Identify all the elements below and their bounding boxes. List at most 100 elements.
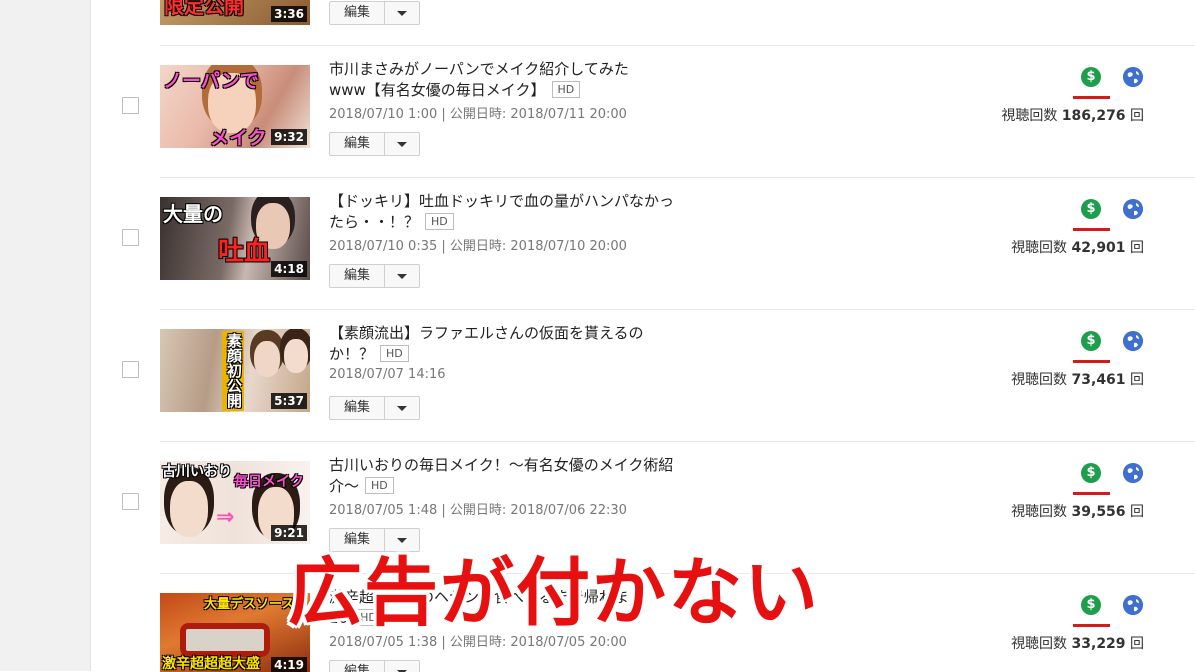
row-checkbox[interactable] [122, 97, 139, 114]
view-count: 視聴回数 186,276 回 [1001, 105, 1144, 125]
thumbnail-caption: 激辛超超超大盛 [162, 653, 260, 672]
row-checkbox[interactable] [122, 361, 139, 378]
video-title[interactable]: 市川まさみがノーパンでメイク紹介してみた www【有名女優の毎日メイク】HD [329, 59, 719, 101]
edit-menu-toggle[interactable] [385, 265, 419, 287]
video-title-text: www【有名女優の毎日メイク】 [329, 81, 546, 99]
video-duration: 5:37 [271, 393, 307, 409]
thumbnail-caption: 古川いおり [162, 461, 232, 481]
views-unit: 回 [1130, 636, 1144, 652]
monetization-indicator-underline [1073, 624, 1110, 627]
globe-icon[interactable] [1123, 199, 1143, 219]
caret-down-icon [397, 11, 407, 16]
caret-down-icon [397, 538, 407, 543]
caret-down-icon [397, 406, 407, 411]
edit-dropdown[interactable]: 編集 [329, 528, 420, 552]
views-unit: 回 [1130, 372, 1144, 388]
video-thumbnail[interactable]: 限定公開 3:36 [160, 0, 310, 25]
monetization-indicator-underline [1073, 228, 1110, 231]
video-title-text: か！？ [329, 345, 374, 363]
edit-menu-toggle[interactable] [385, 529, 419, 551]
video-title-text: たら・・！？ [329, 213, 419, 231]
row-checkbox[interactable] [122, 493, 139, 510]
edit-dropdown[interactable]: 編集 [329, 132, 420, 156]
video-title-line: 古川いおりの毎日メイク！～有名女優のメイク術紹 [329, 455, 719, 476]
edit-button[interactable]: 編集 [330, 2, 385, 24]
video-title-line-2: 介～HD [329, 476, 719, 497]
thumbnail-caption: ノーパンで [163, 66, 259, 93]
edit-dropdown[interactable]: 編集 [329, 264, 420, 288]
views-unit: 回 [1130, 108, 1144, 124]
video-duration: 3:36 [271, 6, 307, 22]
video-title-line-2: たら・・！？ HD [329, 212, 719, 233]
left-sidebar [0, 0, 91, 671]
thumbnail-caption: 大量の [163, 198, 223, 227]
video-duration: 9:21 [271, 525, 307, 541]
thumbnail-caption: 毎日メイク [234, 471, 304, 491]
views-number: 73,461 [1072, 372, 1126, 388]
thumbnail-face [284, 339, 308, 373]
video-thumbnail[interactable]: ノーパンで メイク 9:32 [160, 65, 310, 148]
edit-button[interactable]: 編集 [330, 529, 385, 551]
video-duration: 4:19 [271, 657, 307, 672]
hd-badge: HD [365, 477, 394, 494]
video-row: ノーパンで メイク 9:32 市川まさみがノーパンでメイク紹介してみた www【… [160, 45, 1195, 178]
globe-icon[interactable] [1123, 595, 1143, 615]
thumbnail-caption: 限定公開 [164, 0, 244, 19]
edit-button[interactable]: 編集 [330, 661, 385, 672]
edit-dropdown[interactable]: 編集 [329, 1, 420, 25]
video-row: 素顔初公開 5:37 【素顔流出】ラファエルさんの仮面を貰えるの か！？HD 2… [160, 309, 1195, 442]
video-title[interactable]: 【ドッキリ】吐血ドッキリで血の量がハンパなかっ たら・・！？ HD [329, 191, 719, 233]
edit-menu-toggle[interactable] [385, 133, 419, 155]
video-title-line: 市川まさみがノーパンでメイク紹介してみた [329, 59, 719, 80]
globe-icon[interactable] [1123, 331, 1143, 351]
edit-dropdown[interactable]: 編集 [329, 660, 420, 672]
thumbnail-caption: 大量デスソース [204, 593, 294, 612]
edit-menu-toggle[interactable] [385, 661, 419, 672]
dollar-icon[interactable]: $ [1081, 463, 1101, 483]
video-row: 限定公開 3:36 編集 [160, 0, 1195, 43]
video-title-line: 【ドッキリ】吐血ドッキリで血の量がハンパなかっ [329, 191, 719, 212]
edit-button[interactable]: 編集 [330, 133, 385, 155]
globe-icon[interactable] [1123, 463, 1143, 483]
video-thumbnail[interactable]: ⇒ 古川いおり 毎日メイク 9:21 [160, 461, 310, 544]
view-count: 視聴回数 39,556 回 [1011, 501, 1144, 521]
video-duration: 9:32 [271, 129, 307, 145]
thumbnail-face [254, 341, 280, 377]
row-checkbox[interactable] [122, 229, 139, 246]
edit-menu-toggle[interactable] [385, 2, 419, 24]
view-count: 視聴回数 42,901 回 [1011, 237, 1144, 257]
views-number: 42,901 [1072, 240, 1126, 256]
dollar-icon[interactable]: $ [1081, 199, 1101, 219]
thumbnail-face [170, 481, 208, 537]
views-number: 186,276 [1062, 108, 1126, 124]
edit-button[interactable]: 編集 [330, 265, 385, 287]
hd-badge: HD [380, 345, 409, 362]
views-label: 視聴回数 [1011, 372, 1067, 388]
dollar-icon[interactable]: $ [1081, 67, 1101, 87]
video-thumbnail[interactable]: 素顔初公開 5:37 [160, 329, 310, 412]
thumbnail-caption: 素顔初公開 [224, 333, 245, 408]
globe-icon[interactable] [1123, 67, 1143, 87]
view-count: 視聴回数 33,229 回 [1011, 633, 1144, 653]
caret-down-icon [397, 142, 407, 147]
views-label: 視聴回数 [1011, 504, 1067, 520]
video-title[interactable]: 【素顔流出】ラファエルさんの仮面を貰えるの か！？ HD [329, 323, 719, 365]
edit-menu-toggle[interactable] [385, 397, 419, 419]
edit-button[interactable]: 編集 [330, 397, 385, 419]
video-thumbnail[interactable]: 大量の 吐血 4:18 [160, 197, 310, 280]
caret-down-icon [397, 274, 407, 279]
video-duration: 4:18 [271, 261, 307, 277]
video-title-line: 【素顔流出】ラファエルさんの仮面を貰えるの [329, 323, 719, 344]
hd-badge: HD [425, 213, 454, 230]
thumbnail-arrow: ⇒ [216, 505, 234, 530]
edit-dropdown[interactable]: 編集 [329, 396, 420, 420]
video-row: 大量の 吐血 4:18 【ドッキリ】吐血ドッキリで血の量がハンパなかっ たら・・… [160, 177, 1195, 310]
dollar-icon[interactable]: $ [1081, 331, 1101, 351]
video-dates: 2018/07/10 1:00 | 公開日時: 2018/07/11 20:00 [329, 103, 627, 122]
monetization-indicator-underline [1073, 492, 1110, 495]
view-count: 視聴回数 73,461 回 [1011, 369, 1144, 389]
dollar-icon[interactable]: $ [1081, 595, 1101, 615]
thumbnail-caption: 吐血 [218, 231, 270, 268]
video-title-line-2: www【有名女優の毎日メイク】HD [329, 80, 719, 101]
video-title[interactable]: 古川いおりの毎日メイク！～有名女優のメイク術紹 介～HD [329, 455, 719, 497]
